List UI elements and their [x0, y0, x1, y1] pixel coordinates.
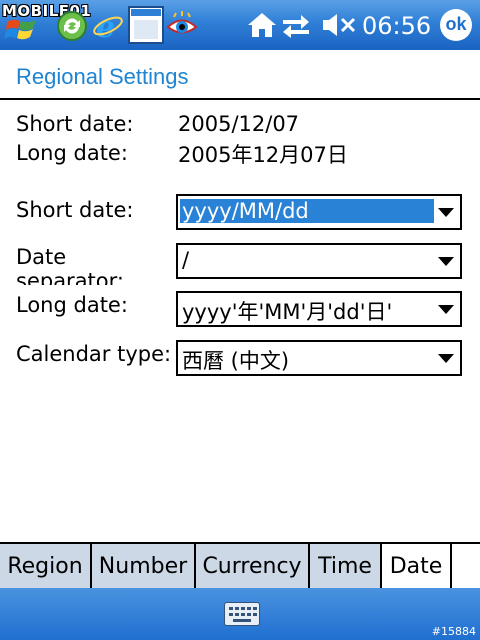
long-date-preview-label: Long date: [16, 141, 128, 165]
calendar-type-dropdown[interactable]: 西曆 (中文) [176, 340, 462, 376]
page-title: Regional Settings [16, 64, 189, 89]
date-separator-dropdown[interactable]: / [176, 243, 462, 279]
calendar-type-label: Calendar type: [16, 342, 172, 366]
connectivity-icon[interactable] [281, 12, 311, 38]
short-date-preview-value: 2005/12/07 [178, 112, 300, 136]
taskbar: MOBILE01 e 06:56 ok [0, 0, 480, 50]
home-icon[interactable] [247, 11, 277, 39]
short-date-preview-label: Short date: [16, 112, 134, 136]
date-separator-label: Date separator: [16, 245, 124, 285]
short-date-label: Short date: [16, 198, 134, 222]
tab-date[interactable]: Date [382, 544, 452, 588]
sync-icon[interactable] [56, 10, 88, 42]
title-divider [0, 98, 480, 100]
calendar-type-value: 西曆 (中文) [182, 349, 290, 373]
bottom-bar: #15884 [0, 588, 480, 640]
chevron-down-icon[interactable] [438, 354, 454, 363]
speaker-muted-icon[interactable] [321, 12, 357, 38]
short-date-value: yyyy/MM/dd [180, 199, 434, 223]
chevron-down-icon[interactable] [438, 257, 454, 266]
long-date-dropdown[interactable]: yyyy'年'MM'月'dd'日' [176, 291, 462, 327]
chevron-down-icon[interactable] [438, 305, 454, 314]
tab-number[interactable]: Number [92, 544, 196, 588]
chevron-down-icon[interactable] [438, 208, 454, 217]
window-icon[interactable] [128, 6, 164, 44]
start-flag-icon[interactable] [4, 14, 40, 44]
long-date-preview-value: 2005年12月07日 [178, 143, 348, 167]
browser-icon[interactable]: e [92, 10, 124, 42]
date-separator-label-wrapper: Date separator: [16, 245, 166, 285]
watermark: #15884 [431, 625, 476, 638]
tab-region[interactable]: Region [0, 544, 92, 588]
tab-bar: Region Number Currency Time Date [0, 542, 480, 590]
tab-time[interactable]: Time [310, 544, 382, 588]
short-date-dropdown[interactable]: yyyy/MM/dd [176, 194, 462, 230]
eye-icon[interactable] [166, 10, 198, 42]
tab-currency[interactable]: Currency [196, 544, 310, 588]
long-date-value: yyyy'年'MM'月'dd'日' [182, 300, 393, 324]
date-separator-value: / [182, 248, 190, 272]
keyboard-icon[interactable] [224, 602, 260, 626]
long-date-label: Long date: [16, 293, 128, 317]
svg-text:e: e [96, 10, 115, 42]
clock[interactable]: 06:56 [362, 12, 431, 40]
ok-button[interactable]: ok [440, 9, 472, 41]
